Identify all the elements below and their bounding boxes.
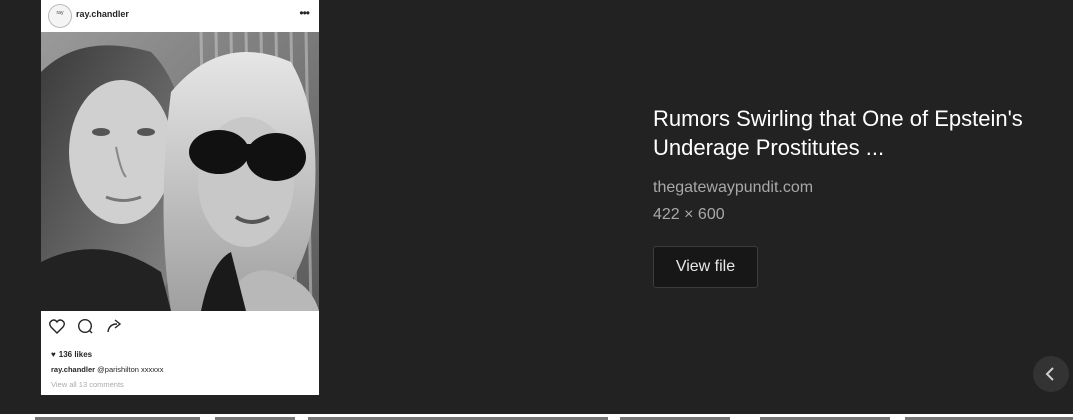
heart-icon[interactable]: [49, 318, 65, 339]
caption-username: ray.chandler: [51, 365, 96, 374]
filled-heart-icon: ♥: [51, 350, 56, 359]
source-domain[interactable]: thegatewaypundit.com: [653, 179, 813, 197]
more-horizontal-icon: •••: [299, 6, 310, 20]
comment-icon[interactable]: [77, 318, 93, 339]
avatar: ray: [48, 4, 72, 28]
post-photo: [41, 32, 319, 311]
post-header: ray ray.chandler •••: [41, 0, 319, 32]
post-username: ray.chandler: [76, 9, 129, 19]
chevron-left-icon: [1045, 367, 1054, 381]
likes-count: ♥ 136 likes: [51, 350, 92, 359]
image-preview[interactable]: ray ray.chandler ••• ♥ 136 likes ray.cha…: [41, 0, 319, 395]
view-comments-link: View all 13 comments: [51, 380, 124, 389]
caption-text: @parishilton xxxxxx: [97, 365, 164, 374]
previous-button[interactable]: [1033, 356, 1069, 392]
avatar-text: ray: [56, 10, 64, 16]
result-title[interactable]: Rumors Swirling that One of Epstein's Un…: [653, 104, 1063, 162]
likes-text: 136 likes: [58, 350, 93, 359]
view-file-button[interactable]: View file: [653, 246, 758, 288]
post-actions: [49, 318, 130, 336]
image-dimensions: 422 × 600: [653, 206, 725, 223]
image-viewer-panel: ray ray.chandler ••• ♥ 136 likes ray.cha…: [0, 0, 1073, 414]
post-caption: ray.chandler @parishilton xxxxxx: [51, 365, 164, 374]
share-icon[interactable]: [106, 318, 122, 339]
